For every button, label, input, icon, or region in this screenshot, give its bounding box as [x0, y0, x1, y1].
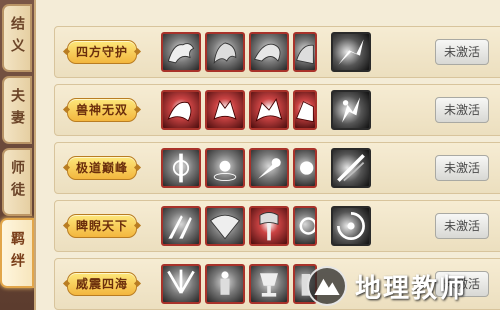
sword-light-icon[interactable]	[161, 148, 201, 188]
side-tabs: 结义 夫妻 师徒 羁绊	[0, 0, 36, 310]
red-beast-icon[interactable]	[293, 90, 317, 130]
bond-name: 睥睨天下	[67, 214, 137, 238]
mountain-logo-icon	[307, 266, 347, 306]
bond-row: 睥睨天下 未激活	[54, 200, 500, 252]
burst-icon[interactable]	[293, 148, 317, 188]
red-beast-icon[interactable]	[161, 90, 201, 130]
bond-row: 兽神无双 未激活	[54, 84, 500, 136]
wolf-icon[interactable]	[249, 90, 289, 130]
skill-strike-icon[interactable]	[331, 90, 371, 130]
tab-jiban[interactable]: 羁绊	[0, 218, 34, 288]
bond-name: 兽神无双	[67, 98, 137, 122]
bond-name: 四方守护	[67, 40, 137, 64]
activate-button[interactable]: 未激活	[435, 155, 489, 181]
skill-dash-icon[interactable]	[331, 32, 371, 72]
tab-label: 师徒	[9, 160, 25, 204]
dragon-icon[interactable]	[249, 32, 289, 72]
blades-icon[interactable]	[161, 206, 201, 246]
wolf-icon[interactable]	[205, 90, 245, 130]
skill-spin-icon[interactable]	[331, 206, 371, 246]
bond-row: 极道巅峰 未激活	[54, 142, 500, 194]
bond-name: 威震四海	[67, 272, 137, 296]
tab-label: 结义	[9, 16, 25, 60]
bond-name: 极道巅峰	[67, 156, 137, 180]
orb-icon[interactable]	[205, 148, 245, 188]
rays-icon[interactable]	[161, 264, 201, 304]
trophy-icon[interactable]	[249, 264, 289, 304]
activate-button[interactable]: 未激活	[435, 213, 489, 239]
tab-jieyi[interactable]: 结义	[2, 4, 32, 72]
comet-icon[interactable]	[249, 148, 289, 188]
tab-label: 羁绊	[9, 231, 25, 275]
watermark: 地理教师	[305, 264, 500, 310]
tab-label: 夫妻	[9, 88, 25, 132]
tab-shitu[interactable]: 师徒	[2, 148, 32, 216]
beast-icon[interactable]	[293, 32, 317, 72]
tab-fuqi[interactable]: 夫妻	[2, 76, 32, 144]
beast-icon[interactable]	[205, 32, 245, 72]
ring-icon[interactable]	[293, 206, 317, 246]
watermark-text: 地理教师	[355, 274, 468, 304]
statue-icon[interactable]	[205, 264, 245, 304]
dragon-icon[interactable]	[161, 32, 201, 72]
activate-button[interactable]: 未激活	[435, 97, 489, 123]
axe-icon[interactable]	[249, 206, 289, 246]
skill-slash-icon[interactable]	[331, 148, 371, 188]
fan-icon[interactable]	[205, 206, 245, 246]
bond-row: 四方守护 未激活	[54, 26, 500, 78]
activate-button[interactable]: 未激活	[435, 39, 489, 65]
